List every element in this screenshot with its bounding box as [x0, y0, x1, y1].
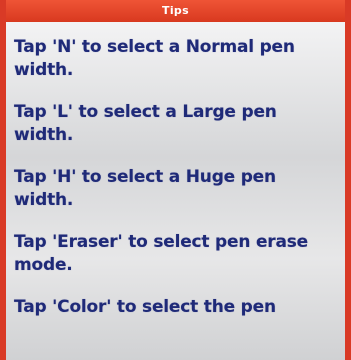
tips-content: Tap 'N' to select a Normal pen width. Ta…	[6, 22, 345, 360]
tips-panel: Tips Tap 'N' to select a Normal pen widt…	[0, 0, 351, 360]
tip-large-pen: Tap 'L' to select a Large pen width.	[14, 102, 277, 145]
tip-color: Tap 'Color' to select the pen	[14, 297, 276, 317]
tips-header: Tips	[6, 0, 345, 22]
tip-huge-pen: Tap 'H' to select a Huge pen width.	[14, 167, 276, 210]
tip-normal-pen: Tap 'N' to select a Normal pen width.	[14, 37, 295, 80]
tip-eraser: Tap 'Eraser' to select pen erase mode.	[14, 232, 308, 275]
